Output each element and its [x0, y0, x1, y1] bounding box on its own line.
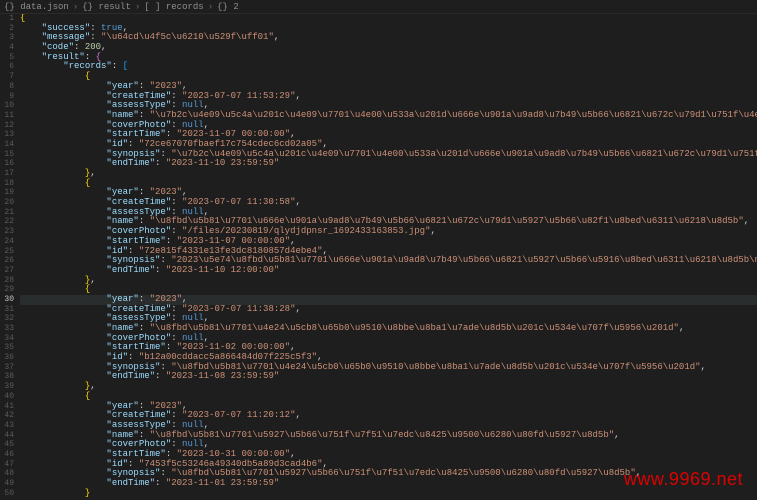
- chevron-right-icon: ›: [73, 2, 78, 12]
- breadcrumb-item[interactable]: {} 2: [217, 2, 239, 12]
- breadcrumb-item[interactable]: {} result: [82, 2, 131, 12]
- breadcrumb[interactable]: {} data.json › {} result › [ ] records ›…: [0, 0, 757, 14]
- chevron-right-icon: ›: [208, 2, 213, 12]
- line-number-gutter: 1234567891011121314151617181920212223242…: [0, 14, 18, 500]
- watermark: www.9969.net: [624, 469, 743, 490]
- breadcrumb-item[interactable]: [ ] records: [144, 2, 203, 12]
- breadcrumb-item[interactable]: {} data.json: [4, 2, 69, 12]
- chevron-right-icon: ›: [135, 2, 140, 12]
- code-content[interactable]: { "success": true, "message": "\u64cd\u4…: [18, 14, 757, 500]
- code-editor[interactable]: 1234567891011121314151617181920212223242…: [0, 14, 757, 500]
